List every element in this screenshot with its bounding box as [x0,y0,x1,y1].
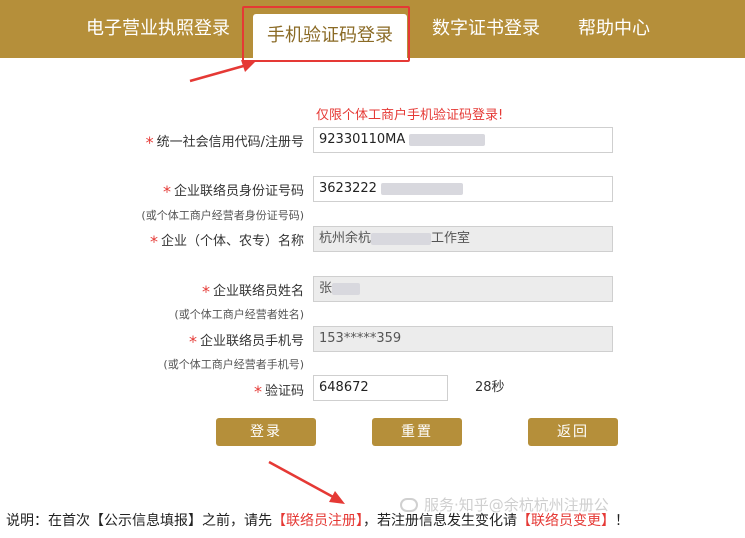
credit-code-field[interactable]: 92330110MA [313,127,613,153]
login-button[interactable]: 登录 [216,418,316,446]
footer-instructions: 说明：在首次【公示信息填报】之前，请先【联络员注册】，若注册信息发生变化请【联络… [6,510,629,530]
resend-countdown: 28秒 [475,380,505,395]
tab-digital-cert-login[interactable]: 数字证书登录 [432,0,540,58]
back-button[interactable]: 返回 [528,418,618,446]
annotation-arrow-icon [189,60,255,83]
liaison-register-link[interactable]: 【联络员注册】 [272,513,363,529]
footer-prefix: 说明：在首次【公示信息填报】之前，请先 [6,513,272,529]
footer-suffix: ！ [615,513,629,529]
reset-button[interactable]: 重置 [372,418,462,446]
red-highlight-box [242,6,410,62]
id-number-field[interactable]: 3623222 [313,176,613,202]
verification-code-input[interactable]: 648672 [313,375,448,401]
liaison-name-sublabel: (或个体工商户经营者姓名) [174,308,304,321]
company-name-field: 杭州余杭 工作室 [313,226,613,252]
sms-only-notice: 仅限个体工商户手机验证码登录! [316,108,504,123]
credit-code-label: * 统一社会信用代码/注册号 [145,133,304,152]
verification-code-label: * 验证码 [253,382,304,401]
id-number-label: * 企业联络员身份证号码 [162,182,304,201]
tab-e-license-login[interactable]: 电子营业执照登录 [86,0,230,58]
annotation-arrow-icon [268,460,345,504]
liaison-name-field: 张 [313,276,613,302]
company-name-label: * 企业（个体、农专）名称 [149,232,304,251]
tab-help-center[interactable]: 帮助中心 [578,0,650,58]
id-number-sublabel: (或个体工商户经营者身份证号码) [141,209,304,222]
liaison-phone-label: * 企业联络员手机号 [188,332,304,351]
liaison-phone-sublabel: (或个体工商户经营者手机号) [163,358,304,371]
footer-middle: ，若注册信息发生变化请 [363,513,517,529]
liaison-phone-field: 153*****359 [313,326,613,352]
liaison-name-label: * 企业联络员姓名 [201,282,304,301]
liaison-change-link[interactable]: 【联络员变更】 [517,513,615,529]
